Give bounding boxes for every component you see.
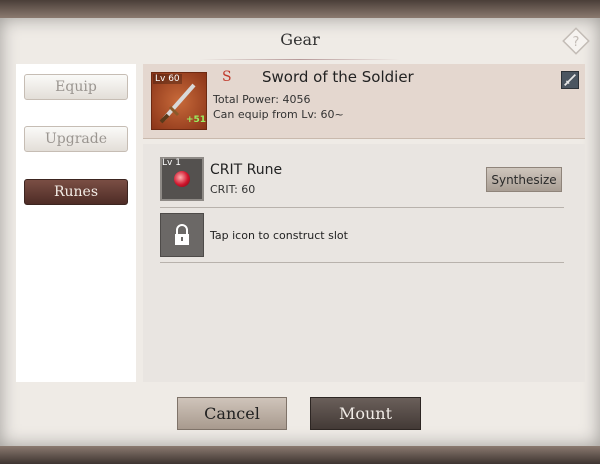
item-grade: S [222,69,232,85]
backdrop-bottom [0,446,600,464]
help-icon[interactable]: ? [562,27,590,55]
title-divider [200,59,400,60]
item-total-power: Total Power: 4056 [213,93,311,106]
locked-rune-slot[interactable] [160,213,204,257]
red-gem-icon [174,171,190,187]
tab-equip[interactable]: Equip [24,74,128,100]
backdrop-top [0,0,600,18]
slot-divider [160,207,564,208]
equipped-sword-icon [561,71,579,89]
sidebar: Equip Upgrade Runes [16,64,136,382]
rune-name: CRIT Rune [210,162,283,178]
item-enhance-level: +51 [186,115,207,125]
dialog-header: Gear [0,18,600,60]
rune-stat: CRIT: 60 [210,183,256,196]
lock-icon [175,224,189,245]
item-name: Sword of the Soldier [262,68,414,86]
cancel-button[interactable]: Cancel [177,397,287,430]
construct-slot-hint: Tap icon to construct slot [210,229,348,242]
tab-runes[interactable]: Runes [24,179,128,205]
item-equip-level: Can equip from Lv: 60~ [213,108,344,121]
svg-text:?: ? [573,35,580,50]
item-level: Lv 60 [153,74,182,84]
rune-level: Lv 1 [162,158,181,168]
slot-divider [160,262,564,263]
dialog-title: Gear [280,30,320,49]
synthesize-button[interactable]: Synthesize [486,167,562,192]
mount-button[interactable]: Mount [310,397,421,430]
tab-upgrade[interactable]: Upgrade [24,126,128,152]
